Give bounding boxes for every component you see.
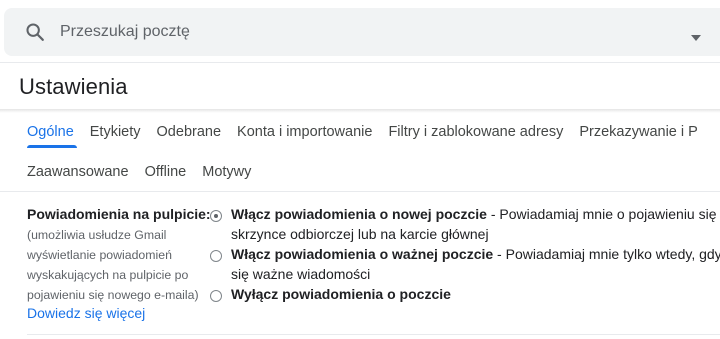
learn-more-link[interactable]: Dowiedz się więcej — [27, 305, 145, 321]
option-new-mail[interactable]: Włącz powiadomienia o nowej poczcie - Po… — [231, 204, 717, 224]
header-divider — [0, 62, 720, 63]
active-tab-indicator — [27, 145, 77, 148]
tab-accounts-import[interactable]: Konta i importowanie — [229, 122, 380, 142]
page-title: Ustawienia — [19, 74, 128, 99]
search-bar — [4, 8, 720, 56]
option-title: Włącz powiadomienia o nowej poczcie — [231, 206, 487, 222]
setting-description: wyskakujących na pulpicie po — [27, 268, 189, 282]
option-description: się ważne wiadomości — [231, 266, 371, 282]
setting-description: pojawieniu się nowego e-maila) — [27, 288, 199, 302]
option-title: Wyłącz powiadomienia o poczcie — [231, 286, 451, 302]
tab-advanced[interactable]: Zaawansowane — [19, 162, 137, 182]
chevron-down-icon[interactable] — [690, 29, 702, 41]
title-shadow — [0, 109, 720, 113]
radio-important-mail-notifications[interactable] — [210, 250, 222, 262]
option-description: - Powiadamiaj mnie tylko wtedy, gdy — [493, 246, 720, 262]
tab-themes[interactable]: Motywy — [194, 162, 259, 182]
option-title: Włącz powiadomienia o ważnej poczcie — [231, 246, 494, 262]
setting-label: Powiadomienia na pulpicie: — [27, 206, 211, 222]
tab-offline[interactable]: Offline — [137, 162, 195, 182]
tab-filters-blocked[interactable]: Filtry i zablokowane adresy — [380, 122, 571, 142]
search-input[interactable] — [60, 20, 660, 44]
setting-description: (umożliwia usłudze Gmail — [27, 228, 167, 242]
tab-general[interactable]: Ogólne — [19, 122, 82, 142]
bottom-divider — [27, 334, 720, 335]
setting-description: wyświetlanie powiadomień — [27, 248, 172, 262]
settings-tabs-row-1: Ogólne Etykiety Odebrane Konta i importo… — [19, 122, 706, 142]
option-important-mail[interactable]: Włącz powiadomienia o ważnej poczcie - P… — [231, 244, 720, 264]
tab-inbox[interactable]: Odebrane — [149, 122, 230, 142]
section-divider — [0, 191, 720, 192]
settings-tabs-row-2: Zaawansowane Offline Motywy — [19, 162, 259, 182]
option-description: - Powiadamiaj mnie o pojawieniu się — [486, 206, 717, 222]
option-notifications-off[interactable]: Wyłącz powiadomienia o poczcie — [231, 284, 451, 304]
tab-forwarding[interactable]: Przekazywanie i P — [571, 122, 705, 142]
search-icon[interactable] — [24, 21, 46, 43]
tab-labels[interactable]: Etykiety — [82, 122, 149, 142]
option-description: skrzynce odbiorczej lub na karcie główne… — [231, 226, 489, 242]
radio-new-mail-notifications[interactable] — [210, 210, 222, 222]
radio-notifications-off[interactable] — [210, 290, 222, 302]
